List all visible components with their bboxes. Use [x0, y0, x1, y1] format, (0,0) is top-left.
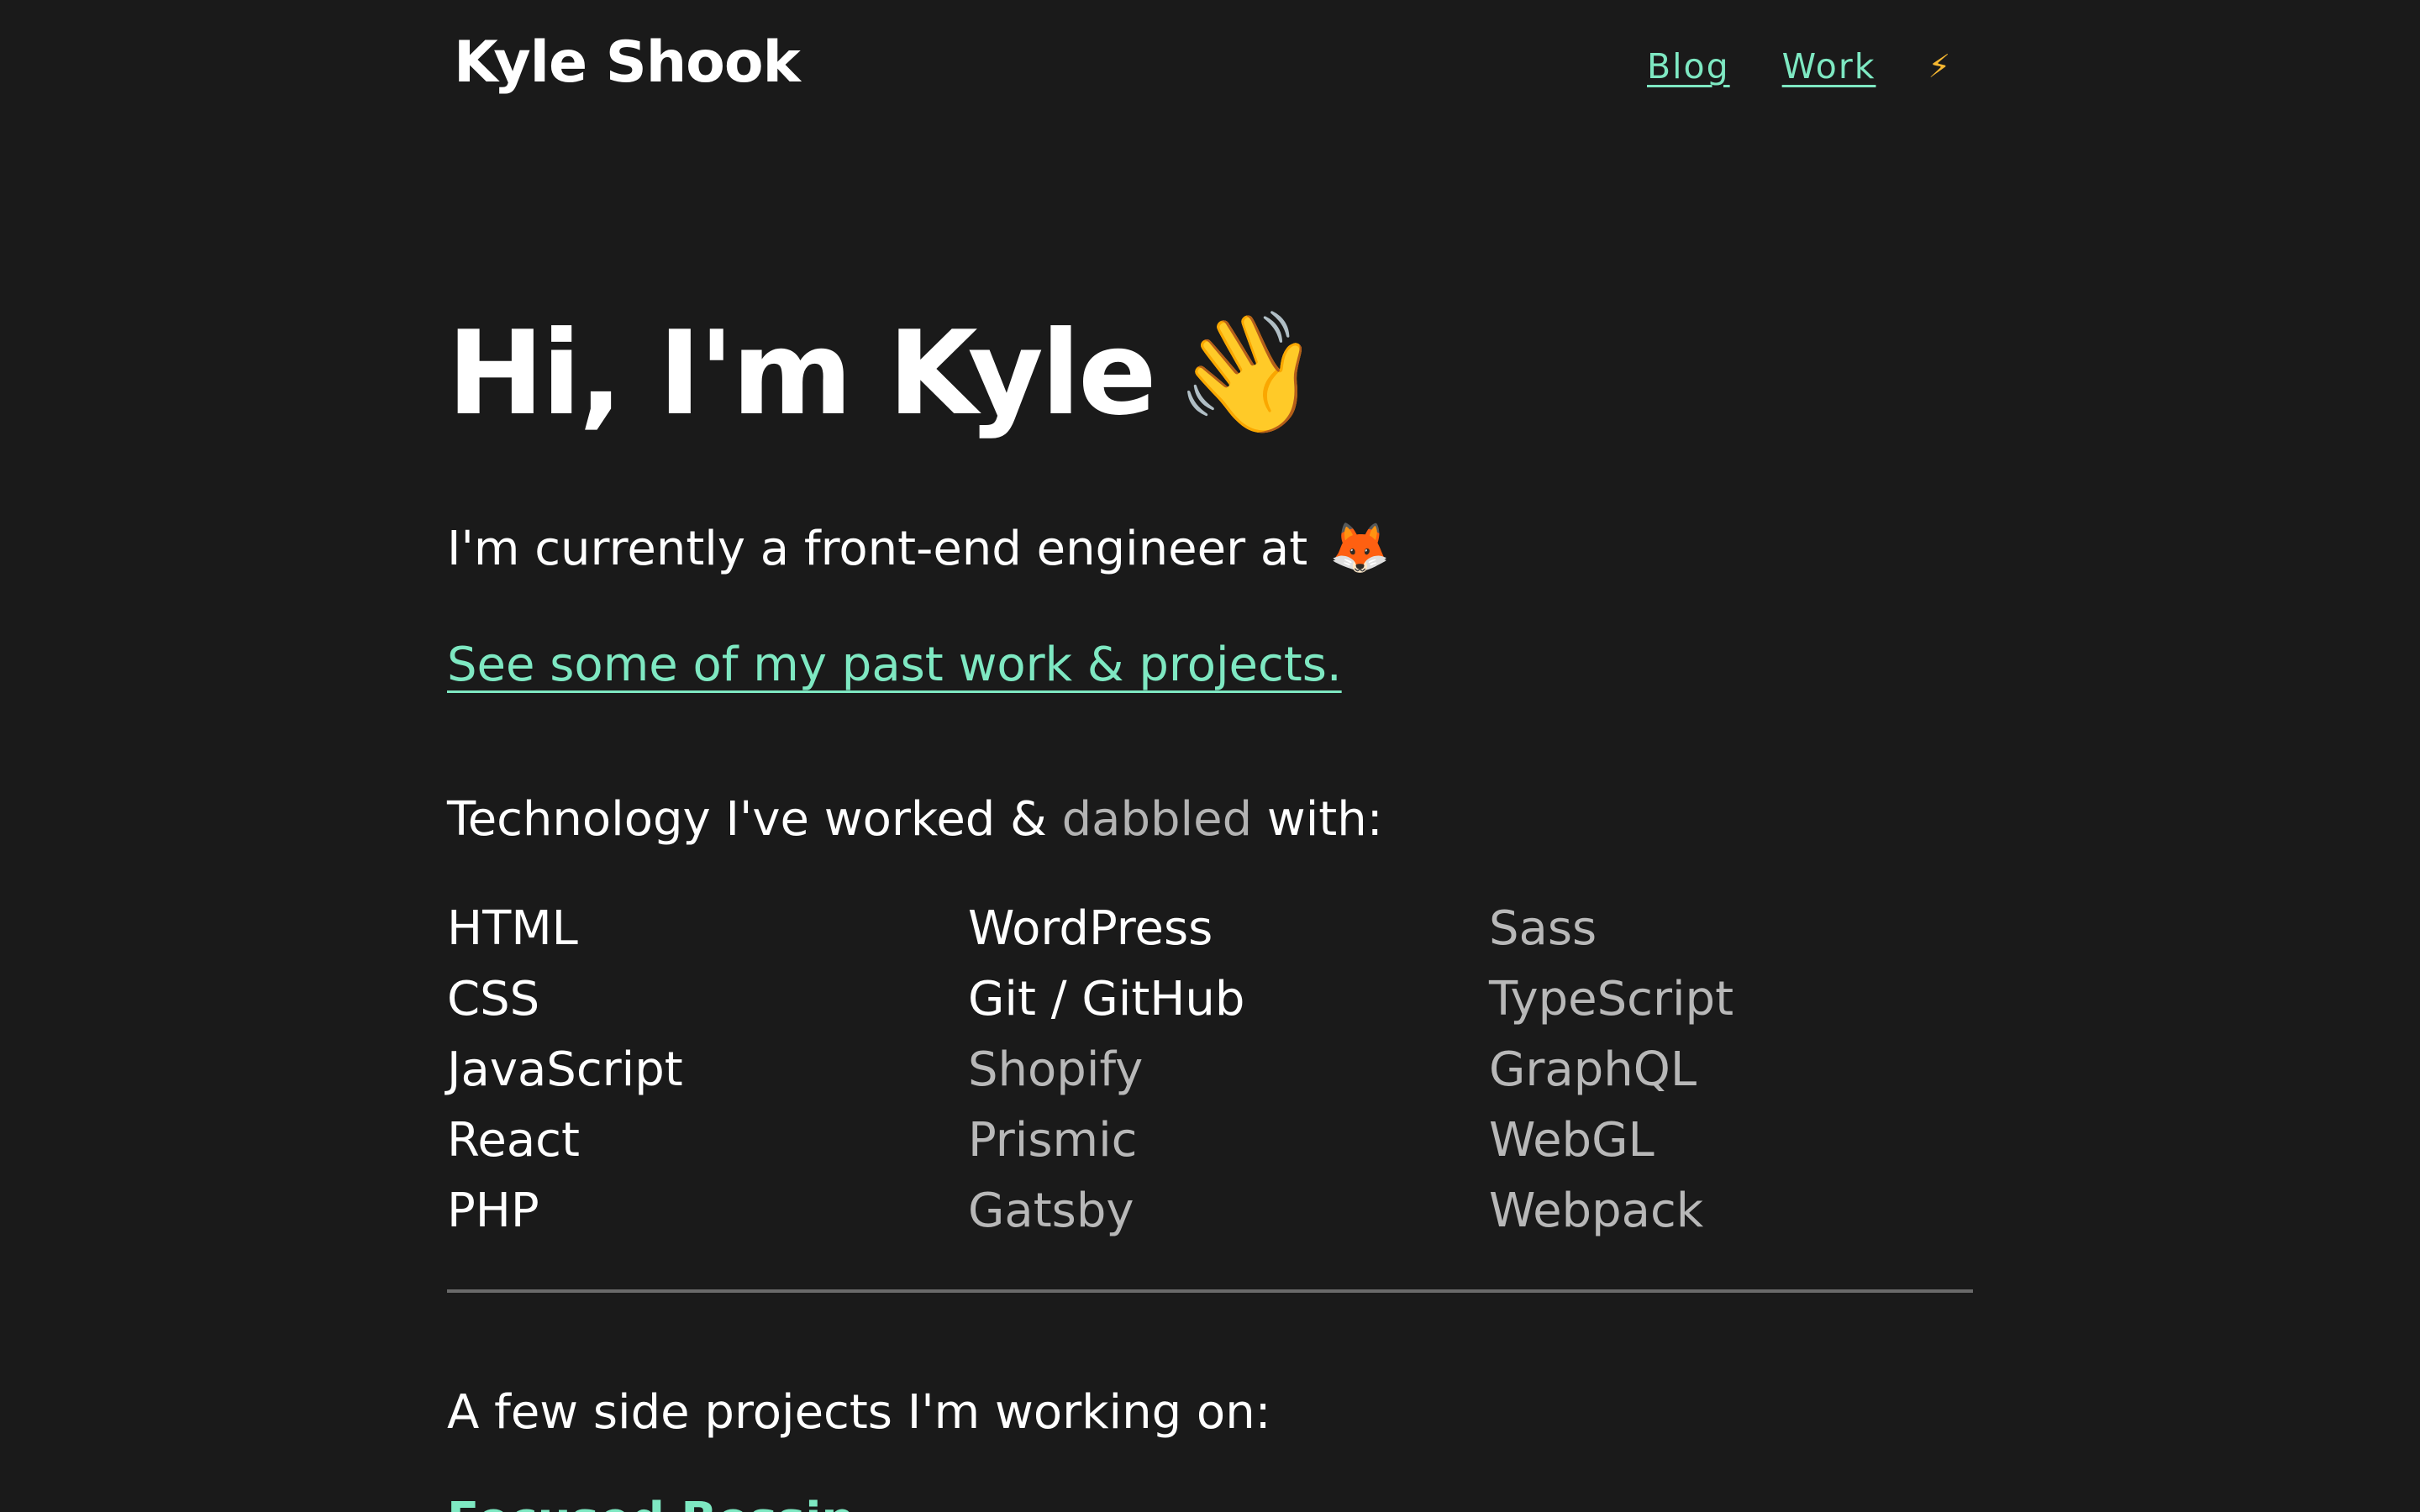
- section-divider: [447, 1289, 1973, 1293]
- hero-heading: Hi, I'm Kyle 👋: [447, 302, 1321, 445]
- waving-hand-icon: 👋: [1174, 305, 1321, 442]
- lightning-bolt-icon[interactable]: ⚡: [1928, 48, 1950, 85]
- tech-item: CSS: [447, 972, 540, 1026]
- nav-link-blog[interactable]: Blog: [1647, 46, 1730, 87]
- tech-item: Sass: [1489, 901, 1597, 956]
- side-projects-heading: A few side projects I'm working on:: [447, 1385, 1271, 1440]
- tech-item: TypeScript: [1489, 972, 1734, 1026]
- tech-item: WebGL: [1489, 1113, 1655, 1168]
- tech-column-1: HTML CSS JavaScript React PHP: [447, 894, 968, 1247]
- tech-item: GraphQL: [1489, 1042, 1697, 1097]
- hero-heading-text: Hi, I'm Kyle: [447, 306, 1157, 441]
- tech-item: HTML: [447, 901, 578, 956]
- side-project-link[interactable]: Focused Bossin: [447, 1487, 855, 1512]
- tech-heading-start: Technology I've worked &: [447, 792, 1062, 847]
- nav-link-work[interactable]: Work: [1782, 46, 1876, 87]
- tech-heading: Technology I've worked & dabbled with:: [447, 786, 1383, 853]
- tech-heading-end: with:: [1252, 792, 1383, 847]
- tech-item: Gatsby: [968, 1184, 1134, 1238]
- tech-column-2: WordPress Git / GitHub Shopify Prismic G…: [968, 894, 1489, 1247]
- past-work-link[interactable]: See some of my past work & projects.: [447, 632, 1342, 699]
- tech-column-3: Sass TypeScript GraphQL WebGL Webpack: [1489, 894, 2010, 1247]
- tech-item: Shopify: [968, 1042, 1144, 1097]
- tech-heading-dabbled: dabbled: [1061, 792, 1253, 847]
- site-title[interactable]: Kyle Shook: [454, 29, 801, 97]
- tech-item: Git / GitHub: [968, 972, 1245, 1026]
- intro-sentence: I'm currently a front-end engineer at: [447, 522, 1308, 576]
- page: Kyle Shook Blog Work ⚡ Hi, I'm Kyle 👋 I'm…: [0, 0, 2420, 1512]
- main-nav: Blog Work ⚡: [1647, 37, 1975, 96]
- fox-icon: 🦊: [1328, 519, 1391, 576]
- tech-item: PHP: [447, 1184, 539, 1238]
- tech-item: JavaScript: [447, 1042, 683, 1097]
- tech-item: React: [447, 1113, 580, 1168]
- tech-grid: HTML CSS JavaScript React PHP WordPress …: [447, 894, 2010, 1247]
- intro-text: I'm currently a front-end engineer at 🦊: [447, 514, 1390, 583]
- tech-item: Webpack: [1489, 1184, 1704, 1238]
- tech-item: WordPress: [968, 901, 1213, 956]
- tech-item: Prismic: [968, 1113, 1138, 1168]
